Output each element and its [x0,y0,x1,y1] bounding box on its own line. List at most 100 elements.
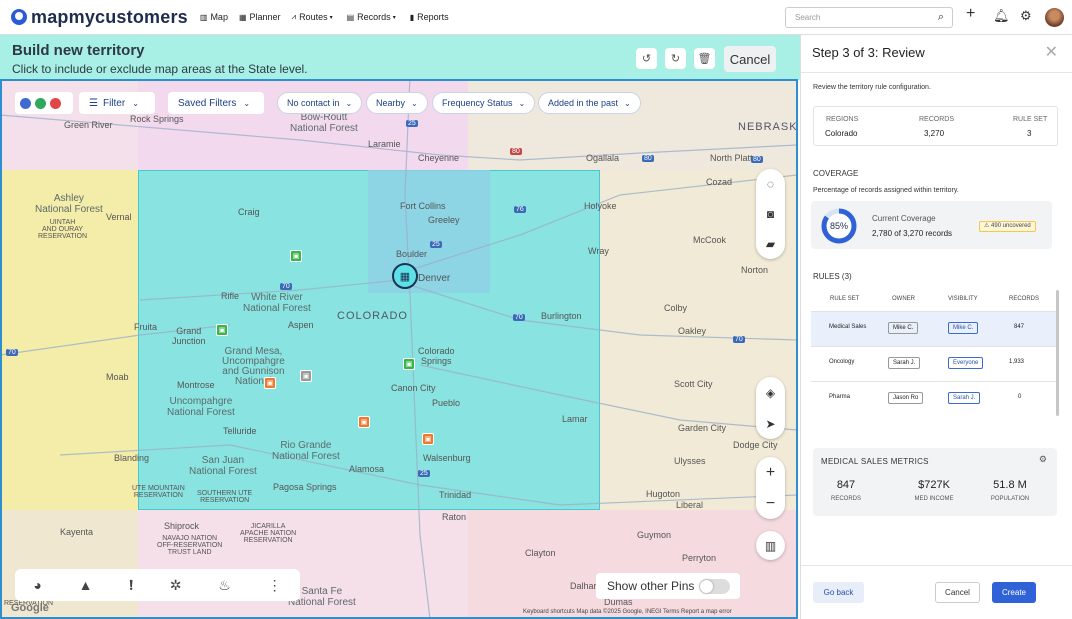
record-pin[interactable]: ▣ [300,370,312,382]
saved-filters-button[interactable]: Saved Filters ⌄ [168,92,264,114]
records-icon: ▤ [346,12,355,22]
owner-tag[interactable]: Jason Ro [888,392,924,404]
alert-icon[interactable]: ❗︎ [129,577,133,594]
cancel-button[interactable]: Cancel [935,582,980,603]
map-draw-tools: ◌ ◙ ▰ [756,169,785,259]
map-label: Garden City [678,423,727,433]
nav-item-reports[interactable]: ▮ Reports [410,12,449,22]
map-label: Lamar [562,414,588,424]
map-label: Pueblo [432,398,461,408]
filter-pill-no-contact[interactable]: No contact in ⌄ [277,92,363,114]
rules-table: RULE SET OWNER VISIBILITY RECORDS Medica… [811,289,1059,416]
search-icon[interactable]: ⌕ [938,11,944,24]
banner-cancel-button[interactable]: Cancel [724,46,776,72]
map-label: Burlington [541,311,582,321]
lasso-icon[interactable]: ◌ [767,177,774,191]
map-attribution[interactable]: Keyboard shortcuts Map data ©2025 Google… [523,609,732,615]
show-pins-toggle[interactable] [699,579,730,594]
navigation-icon[interactable]: ➤ [765,417,775,431]
metric-label: MED INCOME [914,496,954,502]
map-label: Rifle [221,291,240,301]
logo[interactable]: mapmycustomers [11,7,188,28]
gear-icon[interactable]: ⚙ [1039,454,1047,465]
avatar[interactable] [1045,8,1064,27]
zoom-in-icon[interactable]: + [766,464,775,482]
heatmap-icon[interactable]: ✲ [170,577,182,594]
nav-item-records[interactable]: ▤ Records ▾ [347,12,399,22]
search-input[interactable]: Search ⌕ [785,7,953,28]
calendar-icon: ▦ [238,12,247,22]
map-label: Scott City [674,379,713,389]
nav-item-routes[interactable]: ⩘ Routes ▾ [292,12,336,22]
traffic-icon[interactable]: ⋮ [268,577,282,594]
map-label: Holyoke [584,201,617,211]
map-label: Fort Collins [400,201,446,211]
map-label: Aspen [288,320,314,330]
filter-pill-added[interactable]: Added in the past ⌄ [538,92,641,114]
visibility-tag[interactable]: Sarah J. [948,392,981,404]
record-pin[interactable]: ▣ [422,433,434,445]
gear-icon[interactable]: ⚙ [1020,8,1032,24]
visibility-tag[interactable]: Mike C. [948,322,979,334]
rule-set-name: Oncology [829,359,855,365]
palette-icon[interactable]: ◕ [33,577,41,593]
map-label: Rio Grande National Forest [272,440,340,462]
owner-tag[interactable]: Sarah J. [888,357,921,369]
neighbor-state-label: NEBRASKA [738,121,797,133]
rules-scrollbar[interactable] [1056,290,1059,416]
search-placeholder: Search [795,13,821,22]
trash-icon[interactable]: 🗑︎ [694,48,715,69]
rules-col-header: VISIBILITY [948,296,978,302]
record-pin[interactable]: ▣ [264,377,276,389]
map-label: Craig [238,207,260,217]
rules-row[interactable]: Pharma Jason Ro Sarah J. 0 [811,381,1059,416]
rules-heading: RULES (3) [813,272,852,281]
bell-icon[interactable]: 🔔︎ [993,8,1010,24]
visibility-tag[interactable]: Everyone [948,357,984,369]
map-canvas[interactable]: Green River Rock Springs Medicine Bow-Ro… [0,35,797,619]
rules-row[interactable]: Oncology Sarah J. Everyone 1,933 [811,346,1059,381]
shapes-icon[interactable]: ▲ [79,577,93,593]
nav-item-map[interactable]: ▥ Map [200,12,228,22]
create-button[interactable]: Create [992,582,1036,603]
ruler-icon[interactable]: ▰ [766,237,775,251]
go-back-button[interactable]: Go back [813,582,864,603]
filter-button[interactable]: ☰ Filter ⌄ [79,92,155,114]
camera-icon[interactable]: ◙ [767,207,774,221]
owner-tag[interactable]: Mike C. [888,322,919,334]
map-label: Ashley National Forest [35,193,103,215]
filter-pill-nearby[interactable]: Nearby ⌄ [366,92,428,114]
map-type-button[interactable]: ▥ [756,531,785,560]
chevron-down-icon: ⌄ [411,98,418,108]
highway-shield: 25 [406,120,418,127]
coverage-ring: 85% [821,208,857,244]
add-icon[interactable]: + [966,5,975,23]
building-icon[interactable]: ▦ [392,263,418,289]
highway-shield: 76 [514,206,526,213]
rules-row[interactable]: Medical Sales Mike C. Mike C. 847 [811,311,1059,346]
pill-label: Added in the past [548,98,619,108]
review-panel: Step 3 of 3: Review ✕ Review the territo… [800,35,1072,619]
record-pin[interactable]: ▣ [290,250,302,262]
highway-shield: 25 [430,241,442,248]
map-label: Telluride [223,426,257,436]
summary-header: REGIONS [826,116,859,123]
rules-col-header: OWNER [892,296,915,302]
record-type-chip[interactable] [15,92,73,114]
zoom-out-icon[interactable]: − [766,495,775,513]
top-nav: mapmycustomers ▥ Map ▦ Planner ⩘ Routes ▾ ▤ R… [0,0,1072,35]
close-icon[interactable]: ✕ [1045,42,1058,62]
filter-pill-frequency[interactable]: Frequency Status ⌄ [432,92,536,114]
highway-shield: 70 [6,349,18,356]
redo-icon[interactable]: ↻ [665,48,686,69]
chevron-down-icon: ⌄ [132,98,139,108]
record-pin[interactable]: ▣ [358,416,370,428]
flame-icon[interactable]: ♨ [218,577,231,594]
record-pin[interactable]: ▣ [216,324,228,336]
map-label: Norton [741,265,769,275]
chevron-down-icon: ⌄ [518,98,526,108]
record-pin[interactable]: ▣ [403,358,415,370]
nav-item-planner[interactable]: ▦ Planner [239,12,281,22]
map-pin-icon[interactable]: ◈ [766,386,775,400]
undo-icon[interactable]: ↺ [636,48,657,69]
